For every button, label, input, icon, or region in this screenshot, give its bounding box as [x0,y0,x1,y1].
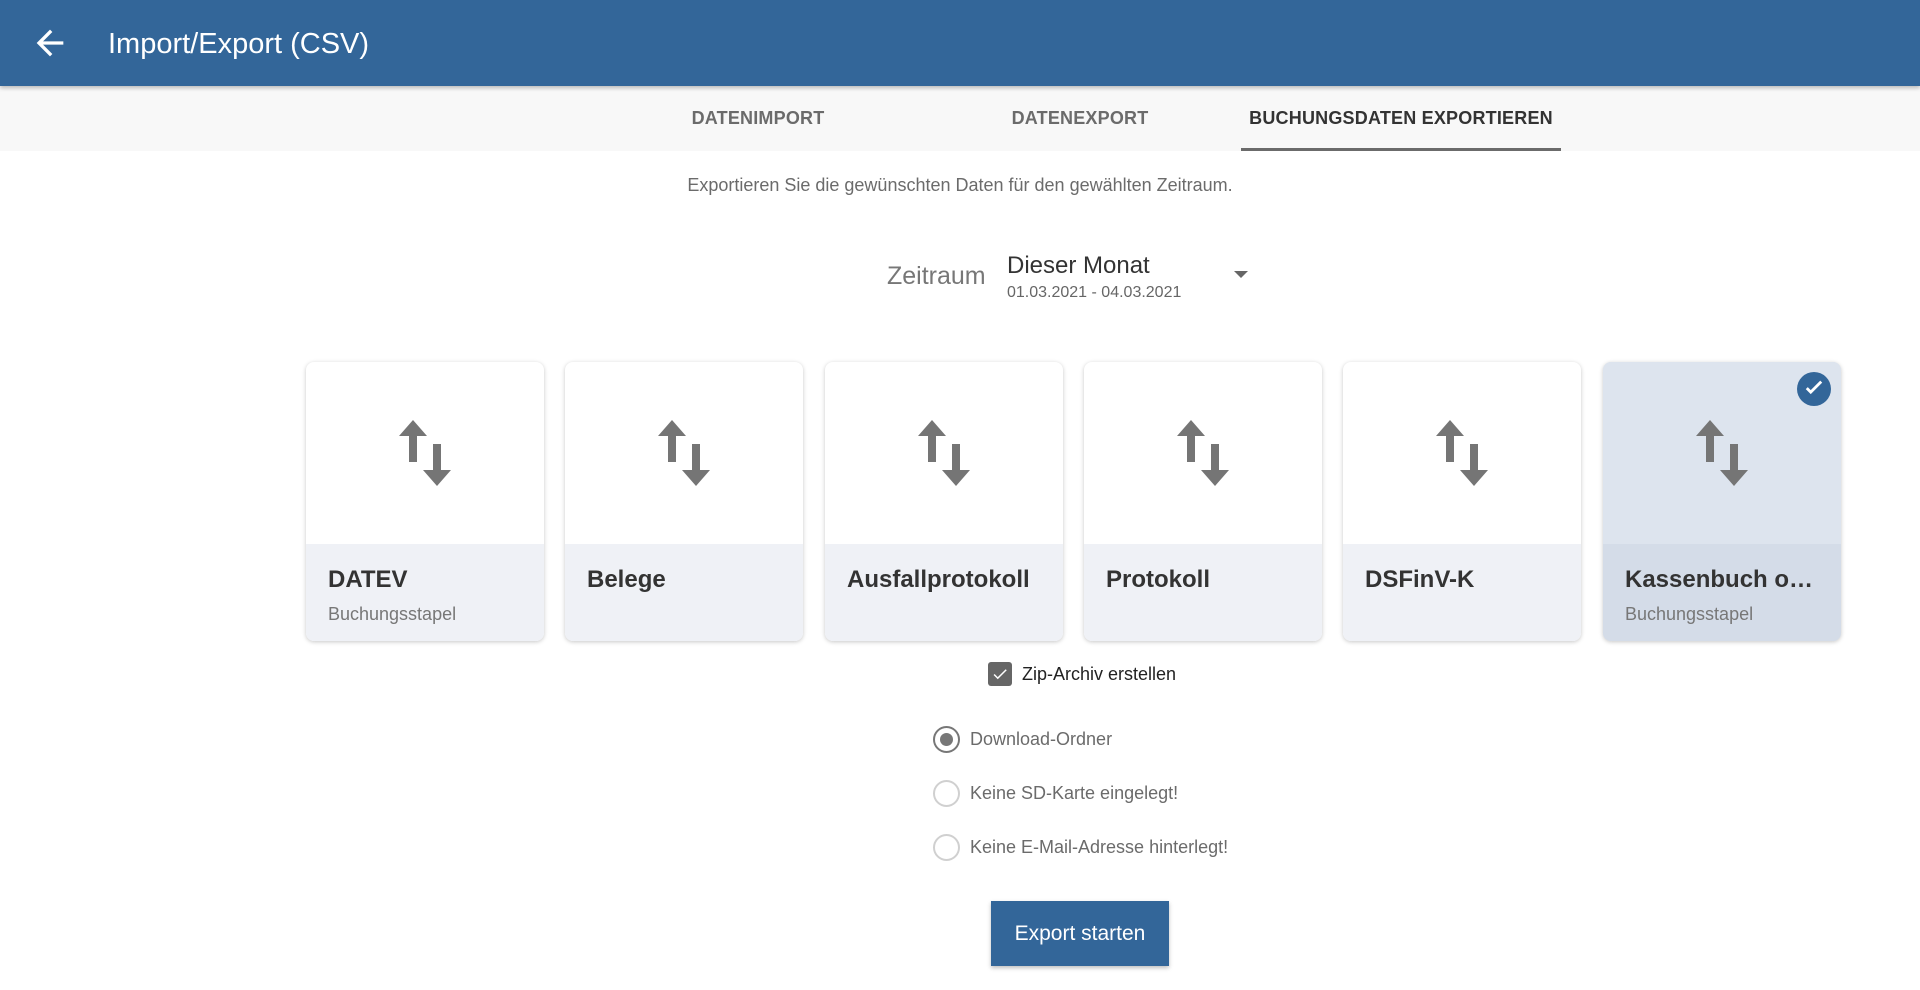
card-footer: Protokoll [1084,544,1322,641]
card-icon-area [565,362,803,544]
card-icon-area [1343,362,1581,544]
export-card-1[interactable]: DATEV Buchungsstapel [306,362,544,641]
radio-button [933,779,960,807]
card-footer: DSFinV-K [1343,544,1581,641]
checkmark-icon [993,669,1007,680]
period-range: 01.03.2021 - 04.03.2021 [1007,284,1182,301]
card-icon-area [1084,362,1322,544]
export-card-3[interactable]: Ausfallprotokoll [825,362,1063,641]
radio-label: Download-Ordner [970,728,1113,749]
export-card-4[interactable]: Protokoll [1084,362,1322,641]
tab-datenexport[interactable]: DATENEXPORT [960,86,1200,151]
swap-vertical-icon [1177,420,1229,486]
page-title: Import/Export (CSV) [108,28,370,60]
card-title: Belege [587,566,666,593]
card-subtitle: Buchungsstapel [328,604,457,624]
export-card-2[interactable]: Belege [565,362,803,641]
period-label: Zeitraum [887,262,986,290]
swap-vertical-icon [658,420,710,486]
zip-archive-checkbox[interactable]: Zip-Archiv erstellen [988,660,1176,688]
card-footer: Ausfallprotokoll [825,544,1063,641]
card-title: Ausfallprotokoll [847,566,1030,593]
radio-button-selected [933,725,960,753]
radio-download-folder[interactable]: Download-Ordner [933,724,1112,754]
radio-email[interactable]: Keine E-Mail-Adresse hinterlegt! [933,832,1228,862]
period-dropdown[interactable]: Dieser Monat 01.03.2021 - 04.03.2021 [1000,248,1260,308]
card-icon-area [825,362,1063,544]
check-circle-icon [1797,372,1831,406]
card-title: DATEV [328,566,408,593]
app-bar: Import/Export (CSV) [0,0,1920,86]
card-footer: Belege [565,544,803,641]
export-card-6[interactable]: Kassenbuch onl... Buchungsstapel [1603,362,1841,641]
card-title: Kassenbuch onl... [1625,566,1827,593]
card-subtitle: Buchungsstapel [1625,604,1754,624]
swap-vertical-icon [1436,420,1488,486]
card-title: DSFinV-K [1365,566,1475,593]
tab-buchungsdaten-exportieren[interactable]: BUCHUNGSDATEN EXPORTIEREN [1241,86,1561,151]
radio-button [933,833,960,861]
radio-label: Keine SD-Karte eingelegt! [970,782,1179,803]
card-footer: DATEV Buchungsstapel [306,544,544,641]
radio-label: Keine E-Mail-Adresse hinterlegt! [970,836,1229,857]
swap-vertical-icon [918,420,970,486]
card-title: Protokoll [1106,566,1211,593]
export-card-5[interactable]: DSFinV-K [1343,362,1581,641]
back-button[interactable] [30,23,70,63]
checkbox-checked [988,662,1012,686]
card-footer: Kassenbuch onl... Buchungsstapel [1603,544,1841,641]
tab-datenimport[interactable]: DATENIMPORT [640,86,876,151]
period-value: Dieser Monat [1007,252,1150,279]
zip-archive-label: Zip-Archiv erstellen [1022,663,1177,684]
arrow-left-icon [36,29,64,57]
dropdown-arrow-icon [1234,271,1248,278]
swap-vertical-icon [399,420,451,486]
radio-sd-card[interactable]: Keine SD-Karte eingelegt! [933,778,1178,808]
tab-bar: DATENIMPORT DATENEXPORT BUCHUNGSDATEN EX… [0,86,1920,151]
card-icon-area [306,362,544,544]
export-start-button[interactable]: Export starten [991,901,1169,966]
page-description: Exportieren Sie die gewünschten Daten fü… [687,175,1233,195]
swap-vertical-icon [1696,420,1748,486]
